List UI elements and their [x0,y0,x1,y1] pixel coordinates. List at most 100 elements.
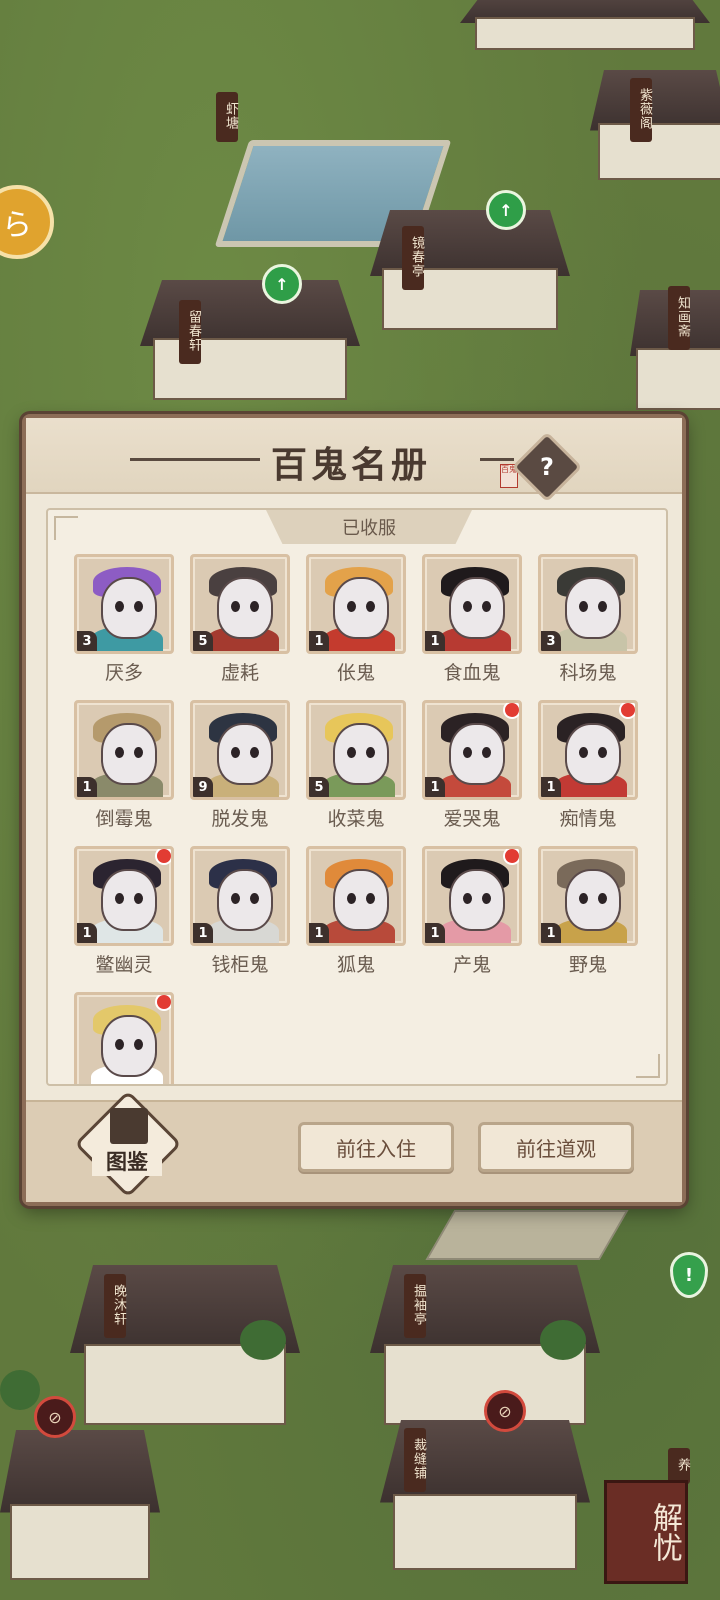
ghost-card[interactable]: 1 [306,846,406,946]
book-icon [110,1108,148,1144]
ghost-name: 收菜鬼 [327,808,385,830]
ghost-count-badge: 5 [309,777,329,797]
ghost-card[interactable]: 9 [190,700,290,800]
tujian-button[interactable]: 图鉴 [74,1090,182,1198]
ghost-card[interactable]: 1 [538,700,638,800]
ghost-count-badge: 3 [541,631,561,651]
help-button[interactable]: ? [511,431,583,503]
building-ziwei[interactable] [590,70,720,180]
ghost-name: 虚耗 [220,662,259,684]
ghost-count-badge: 1 [425,923,445,943]
ghost-card[interactable]: 1 [306,554,406,654]
building-top-right[interactable] [460,0,710,50]
go-temple-button[interactable]: 前往道观 [478,1122,634,1172]
ghost-name: 产鬼 [452,954,491,976]
ghost-count-badge: 5 [193,631,213,651]
ghost-card[interactable]: 1 [74,700,174,800]
ghost-name: 痴情鬼 [559,808,617,830]
ghost-portrait [217,723,273,785]
ghost-card[interactable]: 1 [74,846,174,946]
ghost-card[interactable]: 1 [190,846,290,946]
building-sign[interactable]: 虾塘 [216,92,238,142]
side-menu-icon[interactable]: ら [0,185,54,259]
ghost-portrait [333,577,389,639]
building-sign[interactable]: 揾袖亭 [404,1274,426,1338]
corner-ornament [636,1054,660,1078]
building-sign[interactable]: 知画斋 [668,286,690,350]
ghost-name: 野鬼 [568,954,607,976]
ghost-count-badge: 3 [77,631,97,651]
ghost-list-area[interactable]: 已收服 3 厌多 5 虚耗 1 伥鬼 1 食血鬼 3 科场鬼 1 倒霉鬼 9 脱发鬼 5 收菜鬼 1 爱哭鬼 1 痴情… [46,508,668,1086]
ghost-portrait [333,723,389,785]
ghost-count-badge: 1 [309,631,329,651]
ghost-portrait [101,869,157,931]
section-header-captured: 已收服 [266,510,472,544]
ghost-portrait [217,577,273,639]
blocked-icon[interactable]: ⊘ [484,1390,526,1432]
ghost-name: 厌多 [104,662,143,684]
ghost-card[interactable]: 3 [74,554,174,654]
new-dot-icon [619,703,635,719]
ghost-name: 食血鬼 [443,662,501,684]
ghost-name: 鳖幽灵 [95,954,153,976]
ghost-card[interactable]: 1 [422,700,522,800]
ghost-count-badge: 9 [193,777,213,797]
building-liuchun[interactable] [140,280,360,400]
ghost-card[interactable]: 5 [190,554,290,654]
ghost-name: 脱发鬼 [211,808,269,830]
building-sign[interactable]: 镜春亭 [402,226,424,290]
ghost-portrait [217,869,273,931]
ghost-portrait [565,869,621,931]
tujian-frame [74,1090,182,1198]
ghost-name: 钱柜鬼 [211,954,269,976]
upgrade-arrow-icon[interactable]: ↑ [486,190,526,230]
alert-icon[interactable]: ! [670,1252,708,1298]
ghost-card[interactable]: 1 [422,846,522,946]
ghost-count-badge: 1 [425,631,445,651]
building-bottom-left[interactable] [0,1430,160,1580]
ghost-name: 科场鬼 [559,662,617,684]
building-jingchun[interactable] [370,210,570,330]
ghost-name: 爱哭鬼 [443,808,501,830]
ghost-count-badge: 1 [309,923,329,943]
title-ornament [130,458,260,461]
ghost-card[interactable]: 1 [538,846,638,946]
ghost-name: 倒霉鬼 [95,808,153,830]
jieyou-button[interactable]: 解忧 [604,1480,688,1584]
ghost-portrait [449,723,505,785]
tujian-label: 图鉴 [92,1146,162,1176]
ghost-name: 伥鬼 [336,662,375,684]
building-sign[interactable]: 留春轩 [179,300,201,364]
ghost-card[interactable] [74,992,174,1084]
panel-title: 百鬼名册 [271,444,432,486]
building-sign[interactable]: 裁缝铺 [404,1428,426,1492]
ghost-portrait [101,577,157,639]
ghost-count-badge: 1 [77,777,97,797]
ghost-portrait [101,723,157,785]
ghost-portrait [449,869,505,931]
title-ornament [480,458,514,461]
ghost-count-badge: 1 [425,777,445,797]
blocked-icon[interactable]: ⊘ [34,1396,76,1438]
ghost-registry-panel: 百鬼名册 百鬼 ? 已收服 3 厌多 5 虚耗 1 伥鬼 1 食血鬼 3 科场鬼 1 倒霉鬼 9 脱发鬼 5… [22,414,686,1206]
ghost-card[interactable]: 3 [538,554,638,654]
corner-ornament [54,516,78,540]
new-dot-icon [155,995,171,1011]
tree [540,1320,586,1360]
ghost-count-badge: 1 [541,777,561,797]
ghost-count-badge: 1 [193,923,213,943]
stone-road [425,1210,629,1260]
ghost-name: 狐鬼 [336,954,375,976]
building-sign[interactable]: 紫薇阁 [630,78,652,142]
ghost-portrait [333,869,389,931]
panel-header: 百鬼名册 百鬼 ? [26,418,682,503]
ghost-card[interactable]: 1 [422,554,522,654]
ghost-portrait [565,577,621,639]
new-dot-icon [503,849,519,865]
building-sign[interactable]: 晚沐轩 [104,1274,126,1338]
ghost-card[interactable]: 5 [306,700,406,800]
upgrade-arrow-icon[interactable]: ↑ [262,264,302,304]
question-icon: ? [540,453,554,481]
building-sign[interactable]: 养 [668,1448,690,1484]
go-stay-button[interactable]: 前往入住 [298,1122,454,1172]
